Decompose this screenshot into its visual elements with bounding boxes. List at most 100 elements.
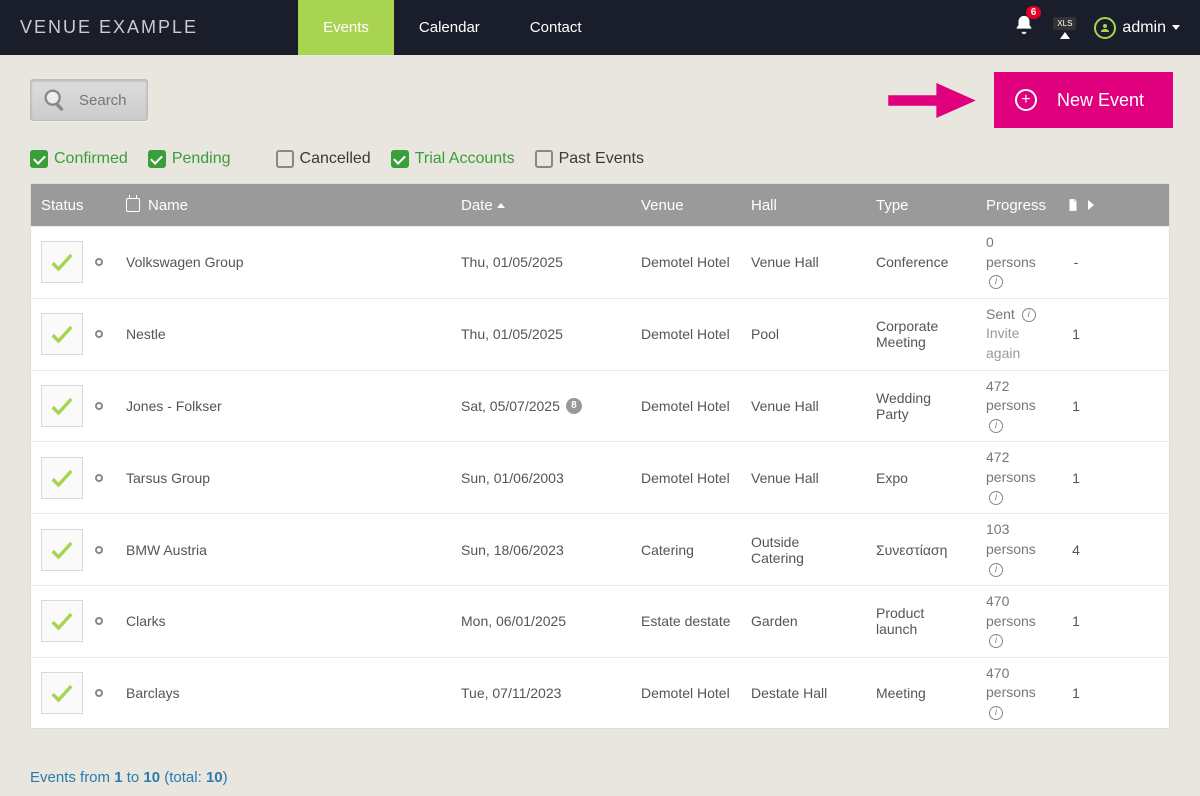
cell-type: Product launch <box>866 605 976 637</box>
info-icon[interactable]: i <box>989 563 1003 577</box>
cell-status <box>31 600 116 642</box>
table-row[interactable]: Jones - FolkserSat, 05/07/20258Demotel H… <box>31 370 1169 442</box>
status-confirmed-icon[interactable] <box>41 385 83 427</box>
cell-progress: 470 persons i <box>976 664 1056 723</box>
nav-calendar[interactable]: Calendar <box>394 0 505 55</box>
cell-status <box>31 241 116 283</box>
col-venue[interactable]: Venue <box>631 197 741 214</box>
cell-date: Thu, 01/05/2025 <box>451 254 631 270</box>
cell-name: Jones - Folkser <box>116 398 451 414</box>
cell-progress: 470 persons i <box>976 592 1056 651</box>
chevron-down-icon <box>1172 25 1180 30</box>
cell-type: Conference <box>866 254 976 270</box>
cell-type: Συνεστίαση <box>866 542 976 558</box>
status-confirmed-icon[interactable] <box>41 672 83 714</box>
cell-date: Mon, 06/01/2025 <box>451 613 631 629</box>
cell-date: Tue, 07/11/2023 <box>451 685 631 701</box>
pagination-summary: Events from 1 to 10 (total: 10) <box>30 769 1170 786</box>
info-icon[interactable]: i <box>989 275 1003 289</box>
info-icon[interactable]: i <box>1022 308 1036 322</box>
table-row[interactable]: BarclaysTue, 07/11/2023Demotel HotelDest… <box>31 657 1169 729</box>
document-icon[interactable] <box>1066 198 1080 212</box>
info-icon[interactable]: i <box>989 634 1003 648</box>
info-icon[interactable]: i <box>989 491 1003 505</box>
page-content: Search + New Event Confirmed Pending Can… <box>0 55 1200 796</box>
cell-count: 1 <box>1056 398 1096 414</box>
table-row[interactable]: BMW AustriaSun, 18/06/2023CateringOutsid… <box>31 513 1169 585</box>
col-hall[interactable]: Hall <box>741 197 866 214</box>
filter-pending[interactable]: Pending <box>148 150 231 168</box>
highlight-arrow-icon <box>887 83 977 123</box>
nav-contact[interactable]: Contact <box>505 0 607 55</box>
checkbox-empty-icon <box>276 150 294 168</box>
status-confirmed-icon[interactable] <box>41 529 83 571</box>
col-status[interactable]: Status <box>31 197 116 214</box>
upload-arrow-icon <box>1060 32 1070 39</box>
cell-hall: Outside Catering <box>741 534 866 566</box>
table-header: Status Name Date Venue Hall Type Progres… <box>31 184 1169 226</box>
cell-status <box>31 529 116 571</box>
filter-trial[interactable]: Trial Accounts <box>391 150 515 168</box>
new-event-button[interactable]: + New Event <box>997 75 1170 125</box>
cell-venue: Demotel Hotel <box>631 326 741 342</box>
expand-right-icon[interactable] <box>1088 200 1094 210</box>
cell-type: Meeting <box>866 685 976 701</box>
cell-progress: 472 persons i <box>976 377 1056 436</box>
col-name-label: Name <box>148 197 188 214</box>
status-confirmed-icon[interactable] <box>41 600 83 642</box>
new-event-wrap: + New Event <box>997 75 1170 125</box>
cell-count: 4 <box>1056 542 1096 558</box>
cell-status <box>31 313 116 355</box>
checkbox-checked-icon <box>148 150 166 168</box>
calendar-icon <box>126 198 140 212</box>
notifications-button[interactable]: 6 <box>1013 14 1035 41</box>
topbar-right: 6 XLS admin <box>1013 14 1180 41</box>
info-icon[interactable]: i <box>989 419 1003 433</box>
cell-hall: Venue Hall <box>741 398 866 414</box>
cell-hall: Venue Hall <box>741 470 866 486</box>
status-confirmed-icon[interactable] <box>41 241 83 283</box>
table-row[interactable]: ClarksMon, 06/01/2025Estate destateGarde… <box>31 585 1169 657</box>
status-dot-icon <box>95 402 103 410</box>
col-name[interactable]: Name <box>116 197 451 214</box>
date-badge: 8 <box>566 398 582 414</box>
nav-events[interactable]: Events <box>298 0 394 55</box>
col-actions <box>1056 198 1106 212</box>
cell-name: Clarks <box>116 613 451 629</box>
status-dot-icon <box>95 330 103 338</box>
status-confirmed-icon[interactable] <box>41 457 83 499</box>
cell-name: BMW Austria <box>116 542 451 558</box>
status-dot-icon <box>95 546 103 554</box>
status-dot-icon <box>95 617 103 625</box>
cell-hall: Destate Hall <box>741 685 866 701</box>
filter-confirmed-label: Confirmed <box>54 150 128 168</box>
cell-type: Wedding Party <box>866 390 976 422</box>
table-row[interactable]: Tarsus GroupSun, 01/06/2003Demotel Hotel… <box>31 441 1169 513</box>
cell-venue: Demotel Hotel <box>631 398 741 414</box>
user-menu[interactable]: admin <box>1094 17 1180 39</box>
info-icon[interactable]: i <box>989 706 1003 720</box>
filter-cancelled[interactable]: Cancelled <box>276 150 371 168</box>
cell-name: Nestle <box>116 326 451 342</box>
cell-status <box>31 457 116 499</box>
cell-count: 1 <box>1056 326 1096 342</box>
table-body: Volkswagen GroupThu, 01/05/2025Demotel H… <box>31 226 1169 728</box>
cell-name: Volkswagen Group <box>116 254 451 270</box>
col-type[interactable]: Type <box>866 197 976 214</box>
filter-row: Confirmed Pending Cancelled Trial Accoun… <box>30 150 1170 168</box>
export-xls-button[interactable]: XLS <box>1053 17 1076 39</box>
filter-pending-label: Pending <box>172 150 231 168</box>
table-row[interactable]: Volkswagen GroupThu, 01/05/2025Demotel H… <box>31 226 1169 298</box>
table-row[interactable]: NestleThu, 01/05/2025Demotel HotelPoolCo… <box>31 298 1169 370</box>
filter-confirmed[interactable]: Confirmed <box>30 150 128 168</box>
cell-venue: Estate destate <box>631 613 741 629</box>
cell-status <box>31 672 116 714</box>
col-date[interactable]: Date <box>451 197 631 214</box>
col-date-label: Date <box>461 197 493 214</box>
status-confirmed-icon[interactable] <box>41 313 83 355</box>
filter-past[interactable]: Past Events <box>535 150 644 168</box>
search-button[interactable]: Search <box>30 79 148 121</box>
cell-hall: Garden <box>741 613 866 629</box>
cell-venue: Demotel Hotel <box>631 254 741 270</box>
col-progress[interactable]: Progress <box>976 197 1056 214</box>
